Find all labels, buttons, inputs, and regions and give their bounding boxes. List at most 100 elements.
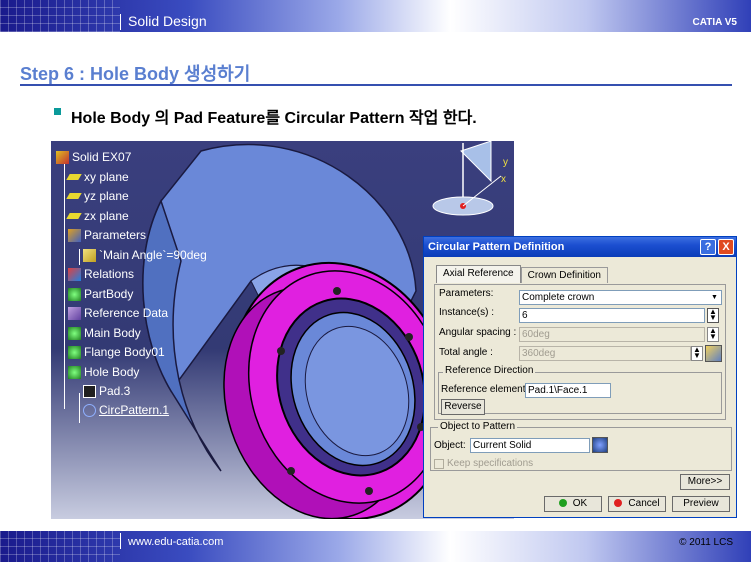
object-to-pattern-label: Object to Pattern bbox=[438, 421, 518, 432]
footer-separator bbox=[120, 533, 121, 549]
footer-banner bbox=[0, 531, 751, 562]
instances-input[interactable]: 6 bbox=[519, 308, 705, 323]
tree-label: Main Body bbox=[84, 326, 141, 340]
reference-element-input[interactable]: Pad.1\Face.1 bbox=[525, 383, 611, 398]
formula-icon[interactable] bbox=[705, 345, 722, 362]
bullet-icon bbox=[54, 108, 61, 115]
tree-label: zx plane bbox=[84, 209, 129, 223]
tree-label: CircPattern.1 bbox=[99, 403, 170, 417]
circular-pattern-dialog: Circular Pattern Definition ? X Axial Re… bbox=[423, 236, 737, 518]
ok-icon bbox=[558, 499, 567, 507]
body-icon bbox=[68, 287, 81, 301]
tree-label: Solid EX07 bbox=[72, 150, 132, 164]
plane-icon bbox=[66, 193, 82, 199]
tree-label: Relations bbox=[84, 267, 135, 281]
tree-item-xy-plane[interactable]: xy plane bbox=[66, 169, 129, 185]
tree-label: PartBody bbox=[84, 287, 134, 301]
footer-copyright: © 2011 LCS bbox=[679, 537, 733, 548]
footer-pattern bbox=[0, 531, 120, 562]
tree-connector bbox=[79, 393, 80, 423]
plane-icon bbox=[66, 213, 82, 219]
tree-item-partbody[interactable]: PartBody bbox=[68, 286, 133, 302]
tree-item-main-angle[interactable]: `Main Angle`=90deg bbox=[83, 247, 207, 263]
object-input[interactable]: Current Solid bbox=[470, 438, 590, 453]
close-button[interactable]: X bbox=[718, 239, 734, 255]
bolt-hole bbox=[333, 287, 341, 295]
angular-spacing-input[interactable]: 60deg bbox=[519, 327, 705, 342]
tree-item-parameters[interactable]: Parameters bbox=[68, 227, 146, 243]
total-angle-stepper[interactable]: ▲ ▼ bbox=[691, 346, 703, 361]
tree-item-reference-data[interactable]: Reference Data bbox=[68, 305, 168, 321]
tree-item-main-body[interactable]: Main Body bbox=[68, 325, 141, 341]
tree-label: xy plane bbox=[84, 170, 129, 184]
reverse-button[interactable]: Reverse bbox=[441, 399, 485, 415]
bolt-hole bbox=[287, 467, 295, 475]
header-product: CATIA V5 bbox=[692, 17, 737, 28]
body-icon bbox=[68, 345, 81, 359]
tree-item-root[interactable]: Solid EX07 bbox=[56, 149, 131, 165]
tab-crown-definition[interactable]: Crown Definition bbox=[520, 267, 608, 283]
ok-label: OK bbox=[572, 498, 588, 509]
tree-connector bbox=[79, 249, 80, 265]
tree-item-flange-body[interactable]: Flange Body01 bbox=[68, 344, 165, 360]
total-angle-input[interactable]: 360deg bbox=[519, 346, 691, 361]
cancel-label: Cancel bbox=[628, 498, 660, 509]
tree-item-hole-body[interactable]: Hole Body bbox=[68, 364, 139, 380]
pad-icon bbox=[83, 384, 96, 398]
tree-label: Flange Body01 bbox=[84, 345, 165, 359]
tree-item-circpattern[interactable]: CircPattern.1 bbox=[83, 402, 169, 418]
instances-label: Instance(s) : bbox=[439, 307, 495, 318]
compass-plane-icon bbox=[460, 141, 492, 183]
dialog-title: Circular Pattern Definition bbox=[428, 241, 565, 253]
tab-axial-reference[interactable]: Axial Reference bbox=[436, 265, 521, 283]
compass-y-label: y bbox=[503, 157, 508, 168]
tree-label: Parameters bbox=[84, 228, 147, 242]
header-section-title: Solid Design bbox=[128, 13, 207, 29]
header-pattern bbox=[0, 0, 120, 32]
ok-button[interactable]: OK bbox=[544, 496, 602, 512]
cancel-button[interactable]: Cancel bbox=[608, 496, 666, 512]
keep-specifications-checkbox[interactable] bbox=[434, 459, 444, 469]
object-selector-icon[interactable] bbox=[592, 437, 608, 453]
instances-stepper[interactable]: ▲ ▼ bbox=[707, 308, 719, 323]
tree-item-pad[interactable]: Pad.3 bbox=[83, 383, 130, 399]
chevron-down-icon: ▼ bbox=[708, 291, 721, 304]
plane-icon bbox=[66, 174, 82, 180]
reference-element-label: Reference element: bbox=[441, 384, 529, 395]
relations-icon bbox=[68, 267, 81, 281]
angular-spacing-stepper[interactable]: ▲ ▼ bbox=[707, 327, 719, 342]
tree-label: Hole Body bbox=[84, 365, 140, 379]
tree-item-relations[interactable]: Relations bbox=[68, 266, 134, 282]
parameters-icon bbox=[68, 228, 81, 242]
compass-x-label: x bbox=[501, 174, 506, 185]
formula-icon bbox=[83, 248, 96, 262]
bullet-text: Hole Body 의 Pad Feature를 Circular Patter… bbox=[71, 110, 477, 127]
total-angle-label: Total angle : bbox=[439, 347, 493, 358]
cancel-icon bbox=[614, 499, 623, 507]
body-icon bbox=[68, 326, 81, 340]
more-button[interactable]: More>> bbox=[680, 474, 730, 490]
tree-item-zx-plane[interactable]: zx plane bbox=[66, 208, 129, 224]
tree-item-yz-plane[interactable]: yz plane bbox=[66, 188, 129, 204]
bolt-hole bbox=[405, 333, 413, 341]
help-button[interactable]: ? bbox=[700, 239, 716, 255]
angular-spacing-label: Angular spacing : bbox=[439, 327, 517, 338]
title-divider bbox=[20, 84, 732, 86]
reference-direction-label: Reference Direction bbox=[443, 365, 536, 376]
tree-label: yz plane bbox=[84, 189, 129, 203]
bolt-hole bbox=[365, 487, 373, 495]
parameters-select[interactable]: Complete crown ▼ bbox=[519, 290, 722, 305]
page-title: Step 6 : Hole Body 생성하기 bbox=[20, 64, 251, 84]
footer-url[interactable]: www.edu-catia.com bbox=[128, 536, 223, 548]
body-icon bbox=[68, 365, 81, 379]
parameters-label: Parameters: bbox=[439, 288, 494, 299]
tree-connector bbox=[64, 163, 65, 409]
part-icon bbox=[56, 150, 69, 164]
header-banner bbox=[0, 0, 751, 32]
bolt-hole bbox=[277, 347, 285, 355]
dialog-tabs: Axial Reference Crown Definition bbox=[436, 265, 608, 283]
preview-button[interactable]: Preview bbox=[672, 496, 730, 512]
header-separator bbox=[120, 14, 121, 30]
tree-label: Reference Data bbox=[84, 306, 169, 320]
dialog-titlebar[interactable]: Circular Pattern Definition bbox=[424, 237, 736, 257]
